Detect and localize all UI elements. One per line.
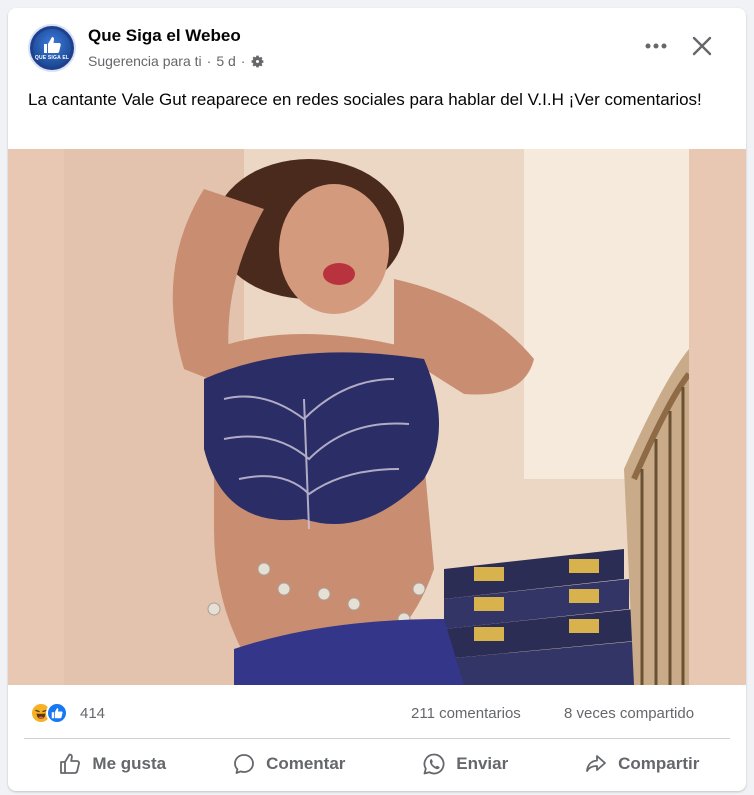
more-options-button[interactable] — [640, 34, 672, 58]
comment-icon — [234, 754, 254, 774]
shares-count[interactable]: 8 veces compartido — [564, 705, 694, 722]
post-header: QUE SIGA EL Que Siga el Webeo Sugerencia… — [8, 8, 746, 78]
avatar[interactable]: QUE SIGA EL — [28, 24, 76, 72]
photo-illustration — [64, 149, 689, 685]
page-name[interactable]: Que Siga el Webeo — [88, 26, 241, 46]
post-media[interactable] — [8, 149, 746, 685]
avatar-logo-text: QUE SIGA EL — [34, 54, 70, 61]
like-label: Me gusta — [92, 754, 167, 773]
send-button[interactable]: Enviar — [377, 744, 554, 784]
post-time[interactable]: 5 d — [216, 53, 235, 69]
thumbs-up-small-icon — [51, 708, 63, 719]
post-stats: 414 211 comentarios 8 veces compartido — [8, 698, 746, 728]
like-button[interactable]: Me gusta — [24, 744, 201, 784]
post-caption: La cantante Vale Gut reaparece en redes … — [28, 90, 702, 109]
share-label: Compartir — [618, 754, 700, 773]
send-label: Enviar — [456, 754, 509, 773]
comment-label: Comentar — [266, 754, 346, 773]
share-icon — [586, 755, 607, 772]
post-card: QUE SIGA EL Que Siga el Webeo Sugerencia… — [8, 8, 746, 791]
comment-button[interactable]: Comentar — [201, 744, 378, 784]
actions-divider — [24, 738, 730, 739]
reaction-count[interactable]: 414 — [80, 705, 105, 722]
close-icon — [692, 36, 712, 56]
post-meta: Sugerencia para ti · 5 d · — [88, 53, 265, 69]
reaction-icons[interactable] — [30, 702, 68, 724]
like-reaction-icon — [46, 702, 68, 724]
action-bar: Me gusta Comentar Enviar Compartir — [24, 744, 730, 784]
meta-separator: · — [240, 53, 246, 69]
share-button[interactable]: Compartir — [554, 744, 731, 784]
avatar-logo: QUE SIGA EL — [33, 29, 71, 67]
more-icon — [645, 43, 667, 49]
close-button[interactable] — [686, 32, 718, 60]
whatsapp-icon — [423, 753, 445, 775]
gear-icon[interactable] — [250, 54, 265, 69]
thumbs-up-logo-icon — [44, 36, 61, 53]
meta-separator: · — [206, 53, 212, 69]
post-photo[interactable] — [64, 149, 689, 685]
comments-count[interactable]: 211 comentarios — [411, 705, 521, 722]
suggestion-label: Sugerencia para ti — [88, 53, 202, 69]
thumbs-up-icon — [60, 753, 81, 774]
